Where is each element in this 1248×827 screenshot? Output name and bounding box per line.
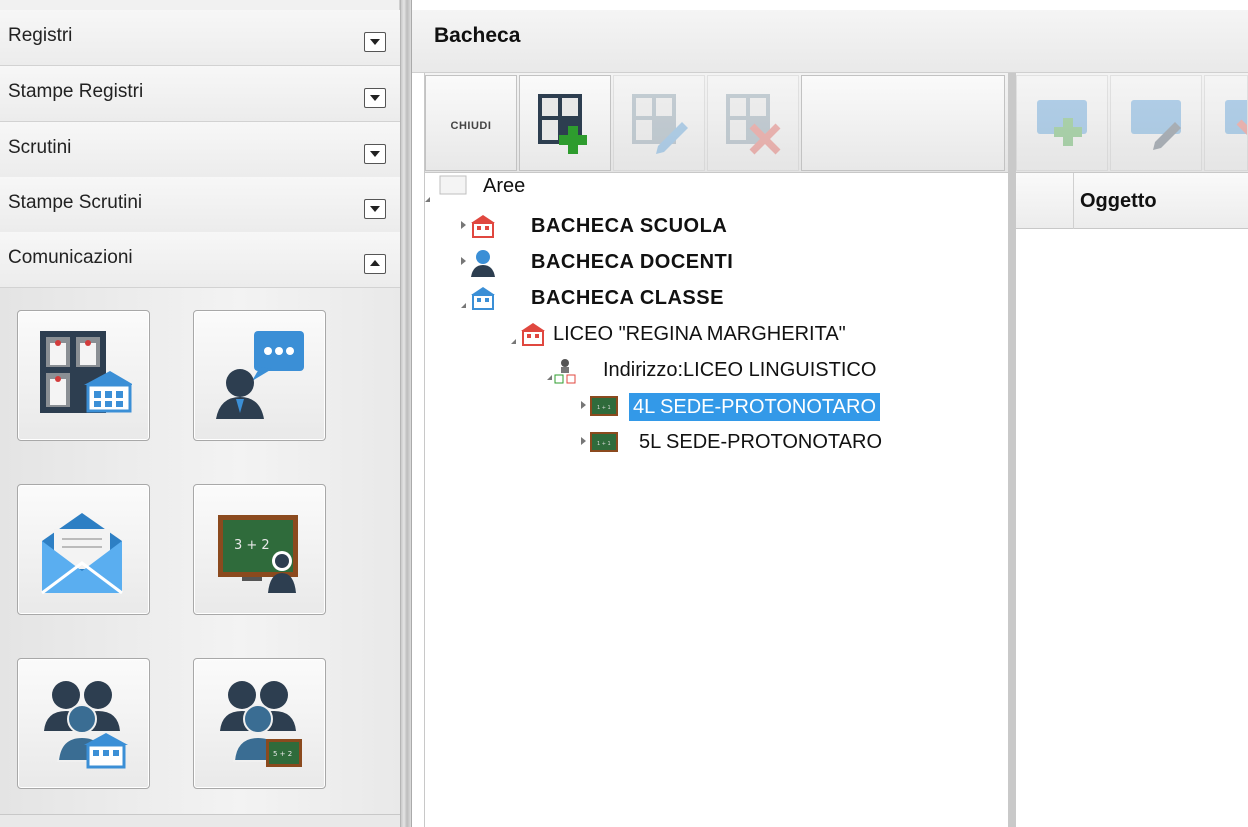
column-header-oggetto[interactable]: Oggetto xyxy=(1080,190,1157,213)
grid-toolbar xyxy=(1016,73,1248,173)
close-button[interactable]: CHIUDI xyxy=(425,75,517,171)
aree-tree: Aree BACHECA SCUOLA BACHECA DOCENTI BACH… xyxy=(425,173,1009,827)
accordion-stampe-scrutini[interactable]: Stampe Scrutini xyxy=(0,177,400,233)
collapse-arrow-icon[interactable] xyxy=(511,339,516,344)
tree-node-5l[interactable]: 1 + 1 5L SEDE-PROTONOTARO xyxy=(581,427,971,457)
left-accordion: Registri Stampe Registri Scrutini Stampe… xyxy=(0,0,400,827)
delete-area-button[interactable] xyxy=(707,75,799,171)
expand-arrow-icon[interactable] xyxy=(581,437,586,445)
chevron-down-icon[interactable] xyxy=(364,88,386,108)
tree-node-bacheca-scuola[interactable]: BACHECA SCUOLA xyxy=(461,211,841,241)
svg-text:1 + 1: 1 + 1 xyxy=(597,405,611,411)
tree-node-label: BACHECA CLASSE xyxy=(531,287,724,309)
tile-gruppo-scuola[interactable] xyxy=(17,658,150,789)
edit-area-button[interactable] xyxy=(613,75,705,171)
school-icon xyxy=(469,285,497,316)
comunicazioni-panel: 3 + 2 5 + 2 xyxy=(0,288,400,814)
accordion-scrutini[interactable]: Scrutini xyxy=(0,122,400,178)
message-edit-icon xyxy=(1131,100,1181,150)
expand-arrow-icon[interactable] xyxy=(581,401,586,409)
svg-text:3 + 2: 3 + 2 xyxy=(234,538,270,553)
accordion-label: Registri xyxy=(8,25,73,46)
email-icon xyxy=(41,513,123,595)
board-delete-icon xyxy=(726,94,781,155)
tree-toolbar: CHIUDI xyxy=(425,73,1009,173)
svg-text:5 + 2: 5 + 2 xyxy=(273,750,292,758)
tree-node-bacheca-docenti[interactable]: BACHECA DOCENTI xyxy=(461,247,841,277)
page-title-bar: Bacheca xyxy=(412,10,1248,73)
expand-arrow-icon[interactable] xyxy=(461,257,466,265)
close-button-label: CHIUDI xyxy=(450,120,492,132)
tree-node-label: LICEO "REGINA MARGHERITA" xyxy=(553,323,846,345)
accordion-registri[interactable]: Registri xyxy=(0,10,400,66)
accordion-stampe-registri[interactable]: Stampe Registri xyxy=(0,66,400,122)
folder-icon xyxy=(439,175,467,200)
add-area-button[interactable] xyxy=(519,75,611,171)
tree-node-indirizzo[interactable]: Indirizzo:LICEO LINGUISTICO xyxy=(547,355,987,385)
expand-arrow-icon[interactable] xyxy=(461,221,466,229)
message-delete-icon xyxy=(1225,100,1247,135)
edit-message-button[interactable] xyxy=(1110,75,1202,171)
tree-node-label: 4L SEDE-PROTONOTARO xyxy=(629,393,881,421)
chevron-down-icon[interactable] xyxy=(364,199,386,219)
column-header-blank xyxy=(1016,173,1074,229)
school-icon xyxy=(519,321,547,352)
message-add-icon xyxy=(1037,100,1087,146)
chevron-up-icon[interactable] xyxy=(364,254,386,274)
accordion-label: Stampe Registri xyxy=(8,81,144,102)
page-title: Bacheca xyxy=(434,24,521,47)
messages-grid-panel: Oggetto xyxy=(1008,73,1248,827)
school-icon xyxy=(469,213,497,244)
tree-node-label: Indirizzo:LICEO LINGUISTICO xyxy=(603,359,877,381)
tree-node-label: BACHECA SCUOLA xyxy=(531,215,728,237)
tree-panel: CHIUDI Aree BACHECA SCUOLA BACHECA DOCEN… xyxy=(424,73,1009,827)
classroom-board-icon: 1 + 1 xyxy=(589,431,619,458)
add-message-button[interactable] xyxy=(1016,75,1108,171)
accordion-comunicazioni[interactable]: Comunicazioni xyxy=(0,232,400,288)
grid-header: Oggetto xyxy=(1016,173,1248,229)
tree-node-bacheca-classe[interactable]: BACHECA CLASSE xyxy=(461,283,841,313)
chevron-down-icon[interactable] xyxy=(364,32,386,52)
board-edit-icon xyxy=(632,94,688,154)
bacheca-scuola-icon xyxy=(40,331,132,413)
tree-root[interactable]: Aree xyxy=(425,175,625,205)
vertical-splitter[interactable] xyxy=(400,0,412,827)
accordion-label: Scrutini xyxy=(8,137,72,158)
tree-node-label: BACHECA DOCENTI xyxy=(531,251,734,273)
tile-lavagna[interactable]: 3 + 2 xyxy=(193,484,326,615)
expand-arrow-icon[interactable] xyxy=(425,197,430,202)
tree-node-4l[interactable]: 1 + 1 4L SEDE-PROTONOTARO xyxy=(581,391,971,421)
tile-messaggi-docenti[interactable] xyxy=(193,310,326,441)
collapse-arrow-icon[interactable] xyxy=(461,303,466,308)
main-panel: Bacheca CHIUDI Aree BACHECA SCUOLA BACHE… xyxy=(412,0,1248,827)
collapse-arrow-icon[interactable] xyxy=(547,375,552,380)
classroom-board-icon: 1 + 1 xyxy=(589,395,619,422)
chevron-down-icon[interactable] xyxy=(364,144,386,164)
accordion-label: Stampe Scrutini xyxy=(8,192,143,213)
tree-node-label: Aree xyxy=(483,175,526,197)
board-add-icon xyxy=(538,94,587,154)
delete-message-button[interactable] xyxy=(1204,75,1248,171)
messaggi-docente-icon xyxy=(216,331,304,419)
gruppo-classe-icon: 5 + 2 xyxy=(220,681,302,767)
indirizzo-icon xyxy=(553,357,577,390)
toolbar-spacer xyxy=(801,75,1005,171)
tile-gruppo-classe[interactable]: 5 + 2 xyxy=(193,658,326,789)
lavagna-docente-icon: 3 + 2 xyxy=(218,515,298,593)
accordion-next-section[interactable] xyxy=(0,814,400,827)
tree-node-liceo[interactable]: LICEO "REGINA MARGHERITA" xyxy=(511,319,971,349)
tile-email[interactable] xyxy=(17,484,150,615)
svg-text:1 + 1: 1 + 1 xyxy=(597,441,611,447)
tree-node-label: 5L SEDE-PROTONOTARO xyxy=(639,431,883,453)
gruppo-scuola-icon xyxy=(44,681,128,769)
tile-bacheca-scuola[interactable] xyxy=(17,310,150,441)
accordion-label: Comunicazioni xyxy=(8,247,133,268)
teacher-icon xyxy=(469,249,497,282)
